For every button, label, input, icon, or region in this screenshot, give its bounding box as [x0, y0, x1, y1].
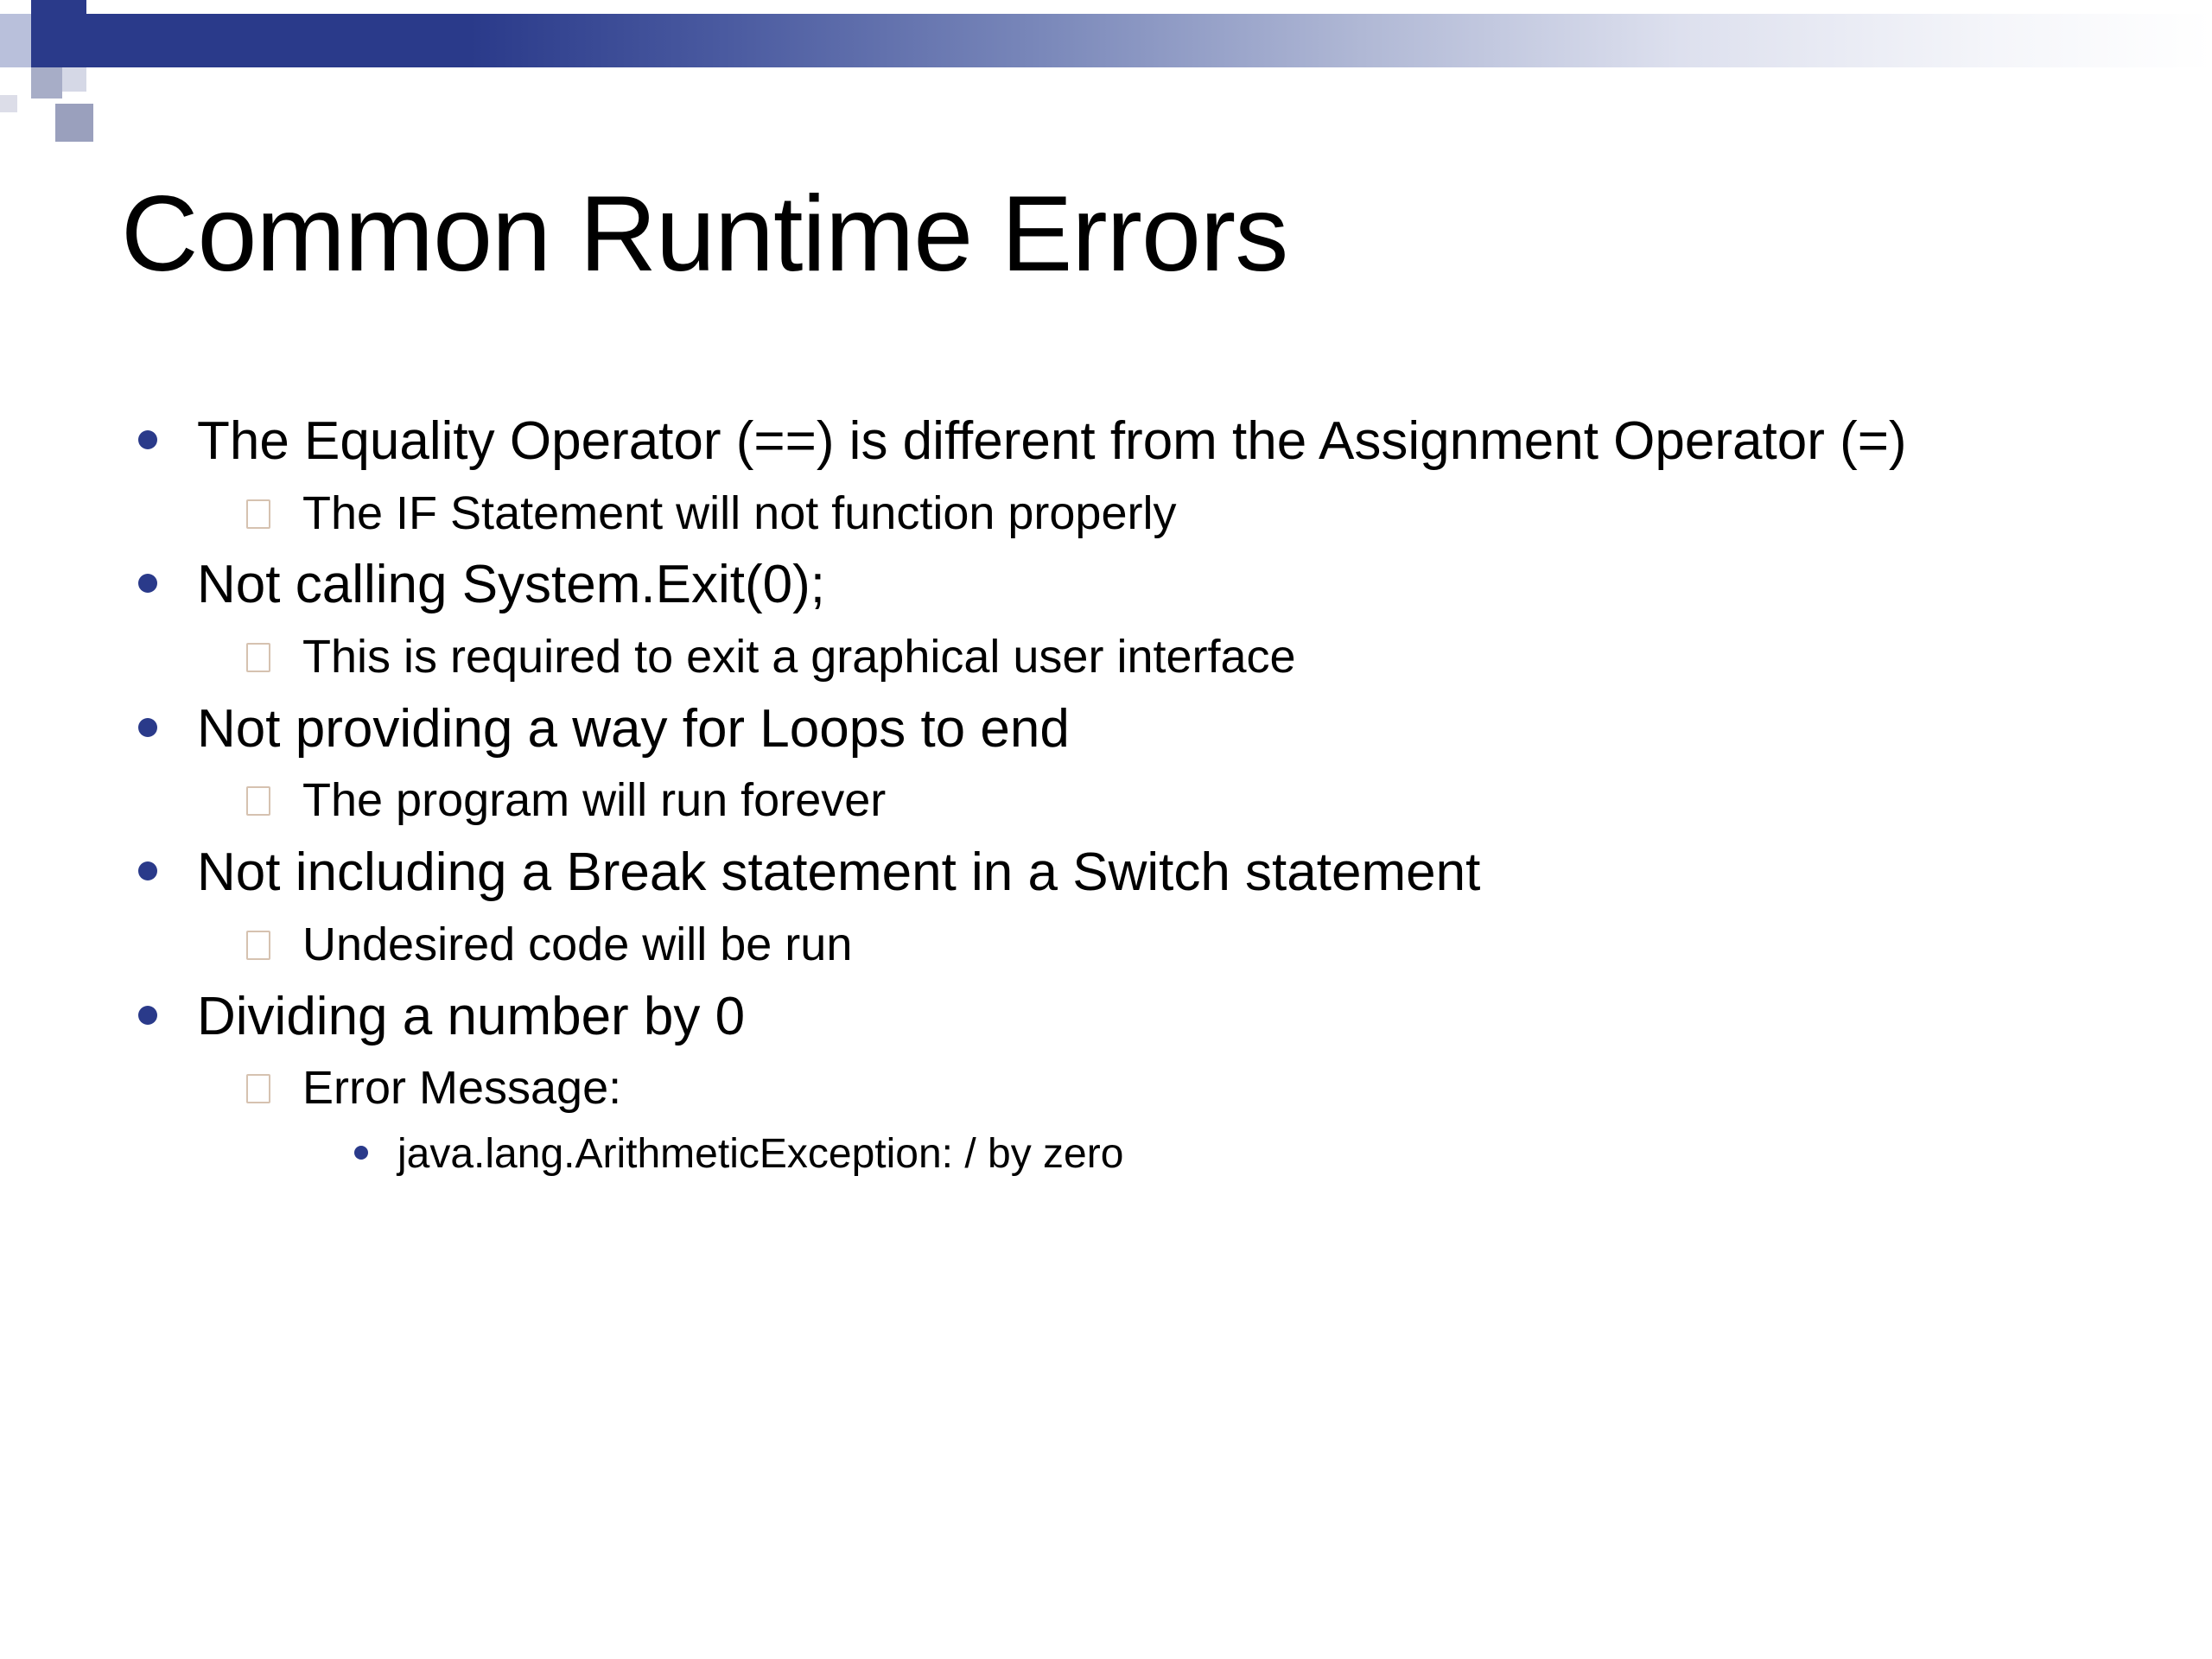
- bullet-level3: java.lang.ArithmeticException: / by zero: [121, 1127, 2091, 1183]
- bullet-level1: The Equality Operator (==) is different …: [121, 408, 2091, 475]
- header-gradient-bar: [86, 14, 2212, 67]
- header-corner-decoration: [0, 0, 181, 156]
- bullet-text: Not including a Break statement in a Swi…: [197, 842, 1480, 902]
- bullet-level2: Undesired code will be run: [121, 913, 2091, 976]
- bullet-text: Not providing a way for Loops to end: [197, 699, 1070, 759]
- bullet-text: The Equality Operator (==) is different …: [197, 411, 1907, 471]
- bullet-level1: Dividing a number by 0: [121, 983, 2091, 1051]
- bullet-text: Dividing a number by 0: [197, 987, 745, 1046]
- bullet-level1: Not providing a way for Loops to end: [121, 696, 2091, 763]
- slide-header: [0, 0, 2212, 95]
- bullet-level2: This is required to exit a graphical use…: [121, 626, 2091, 689]
- bullet-text: java.lang.ArithmeticException: / by zero: [397, 1131, 1123, 1177]
- bullet-text: Undesired code will be run: [302, 918, 852, 970]
- bullet-text: Error Message:: [302, 1062, 621, 1114]
- bullet-level2: The program will run forever: [121, 769, 2091, 832]
- decor-square: [62, 67, 86, 92]
- bullet-text: This is required to exit a graphical use…: [302, 631, 1296, 683]
- decor-square: [0, 95, 17, 112]
- bullet-text: The program will run forever: [302, 774, 886, 826]
- slide-content: Common Runtime Errors The Equality Opera…: [121, 173, 2091, 1190]
- bullet-text: The IF Statement will not function prope…: [302, 487, 1176, 539]
- bullet-list: The Equality Operator (==) is different …: [121, 408, 2091, 1183]
- decor-square: [0, 14, 31, 67]
- bullet-text: Not calling System.Exit(0);: [197, 555, 825, 614]
- bullet-level2: The IF Statement will not function prope…: [121, 482, 2091, 545]
- bullet-level1: Not including a Break statement in a Swi…: [121, 839, 2091, 906]
- decor-square: [31, 0, 86, 67]
- decor-square: [86, 14, 118, 67]
- bullet-level2: Error Message:: [121, 1057, 2091, 1120]
- bullet-level1: Not calling System.Exit(0);: [121, 551, 2091, 619]
- slide-title: Common Runtime Errors: [121, 173, 2091, 296]
- decor-square: [55, 104, 93, 142]
- decor-square: [31, 67, 62, 99]
